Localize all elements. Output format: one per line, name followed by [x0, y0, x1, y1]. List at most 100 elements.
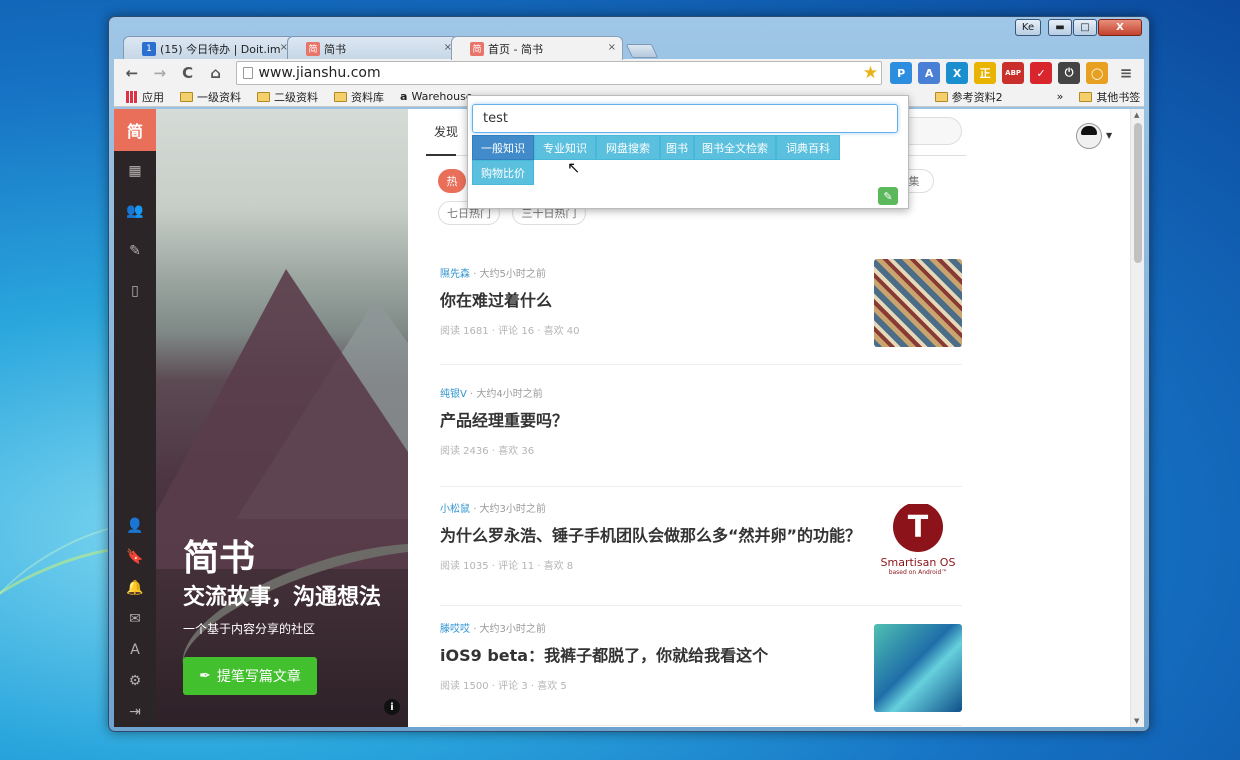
folder-icon: [1079, 91, 1093, 102]
check-extension-icon[interactable]: ✓: [1030, 62, 1053, 84]
thumbnail-subtitle: based on Android™: [888, 569, 948, 576]
article-meta: 滕哎哎 · 大约3小时之前: [440, 620, 546, 635]
sidebar-mail-icon[interactable]: ✉: [114, 603, 156, 634]
chevron-down-icon[interactable]: ▼: [1106, 131, 1112, 140]
translate-icon[interactable]: A: [918, 62, 941, 84]
article-author[interactable]: 纯银V: [440, 389, 467, 400]
profile-badge[interactable]: Ke: [1015, 19, 1041, 36]
category-books[interactable]: 图书: [660, 135, 694, 160]
article-thumbnail[interactable]: T Smartisan OS based on Android™: [874, 504, 962, 592]
avatar[interactable]: [1076, 123, 1102, 149]
sidebar-settings-icon[interactable]: ⚙: [114, 665, 156, 696]
apps-grid-icon: [126, 90, 138, 103]
article-meta: 纯银V · 大约4小时之前: [440, 385, 543, 400]
bookmark-folder[interactable]: 一级资料: [180, 89, 241, 105]
article-meta: 小松鼠 · 大约3小时之前: [440, 500, 546, 515]
hero-title: 简书: [183, 538, 256, 579]
tab-doit[interactable]: 1 (15) 今日待办 | Doit.im ×: [123, 36, 295, 60]
folder-icon: [934, 91, 948, 102]
reload-button[interactable]: C: [176, 62, 200, 84]
jianshu-logo[interactable]: 简: [114, 109, 156, 151]
category-netdisk[interactable]: 网盘搜索: [596, 135, 660, 160]
article-title[interactable]: 你在难过着什么: [440, 287, 552, 311]
sidebar-pencil-icon[interactable]: ✎: [114, 231, 156, 271]
sidebar-logout-icon[interactable]: ⇥: [114, 696, 156, 727]
article-title[interactable]: 为什么罗永浩、锤子手机团队会做那么多“然并卵”的功能？: [440, 522, 861, 546]
sidebar-users-icon[interactable]: 👥: [114, 191, 156, 231]
article-author[interactable]: 滕哎哎: [440, 624, 470, 635]
write-article-button[interactable]: ✒ 提笔写篇文章: [183, 657, 317, 695]
sidebar-bookmark-icon[interactable]: 🔖: [114, 541, 156, 572]
search-extension-icon[interactable]: P: [890, 62, 913, 84]
tab-discover[interactable]: 发现: [434, 123, 458, 140]
article-stats: 阅读 1035 · 评论 11 · 喜欢 8: [440, 561, 574, 572]
scroll-up-icon[interactable]: ▲: [1134, 111, 1139, 119]
minimize-button[interactable]: ▬: [1048, 19, 1072, 36]
amazon-icon: a: [400, 90, 408, 103]
sidebar-font-icon[interactable]: A: [114, 634, 156, 665]
article-meta: 隰先森 · 大约5小时之前: [440, 265, 546, 280]
info-icon[interactable]: i: [384, 699, 400, 715]
home-button[interactable]: ⌂: [204, 62, 228, 84]
sidebar-user-icon[interactable]: 👤: [114, 510, 156, 541]
smartisan-logo-icon: T: [893, 504, 943, 552]
new-tab-button[interactable]: [625, 44, 659, 58]
sidebar-mobile-icon[interactable]: ▯: [114, 271, 156, 311]
menu-icon[interactable]: ≡: [1114, 62, 1138, 84]
bookmark-folder[interactable]: 资料库: [334, 89, 384, 105]
url-text: www.jianshu.com: [258, 65, 381, 81]
close-window-button[interactable]: X: [1098, 19, 1142, 36]
article-title[interactable]: iOS9 beta：我裤子都脱了，你就给我看这个: [440, 642, 768, 666]
category-book-fulltext[interactable]: 图书全文检索: [694, 135, 776, 160]
article-stats: 阅读 1681 · 评论 16 · 喜欢 40: [440, 326, 580, 337]
power-icon[interactable]: ⏻: [1058, 62, 1081, 84]
back-button[interactable]: ←: [120, 62, 144, 84]
article-stats: 阅读 2436 · 喜欢 36: [440, 446, 535, 457]
article-thumbnail[interactable]: [874, 259, 962, 347]
adblock-icon[interactable]: ABP: [1002, 62, 1025, 84]
filter-hot[interactable]: 热: [438, 169, 466, 193]
sidebar-grid-icon[interactable]: ▦: [114, 151, 156, 191]
category-dictionary[interactable]: 词典百科: [776, 135, 840, 160]
category-general[interactable]: 一般知识: [472, 135, 534, 160]
article-title[interactable]: 产品经理重要吗？: [440, 407, 568, 431]
bookmark-label: 一级资料: [197, 90, 241, 104]
extension-icons: P A X 正 ABP ✓ ⏻ ◯: [890, 62, 1109, 84]
mouse-cursor-icon: ↖: [567, 158, 581, 177]
category-shopping[interactable]: 购物比价: [472, 160, 534, 185]
bookmark-apps[interactable]: 应用: [126, 89, 164, 105]
write-article-label: 提笔写篇文章: [216, 669, 301, 685]
address-bar[interactable]: www.jianshu.com ★: [235, 61, 883, 85]
tab-close-icon[interactable]: ×: [608, 42, 616, 53]
site-search-input[interactable]: [900, 117, 962, 145]
tab-jianshu[interactable]: 简 简书 ×: [287, 36, 459, 60]
article-time: · 大约3小时之前: [473, 504, 546, 515]
article-thumbnail[interactable]: [874, 624, 962, 712]
article-author[interactable]: 隰先森: [440, 269, 470, 280]
other-bookmarks[interactable]: 其他书签: [1079, 89, 1140, 105]
x-extension-icon[interactable]: X: [946, 62, 969, 84]
popup-search-input[interactable]: test: [472, 104, 898, 133]
article-time: · 大约5小时之前: [473, 269, 546, 280]
zhi-extension-icon[interactable]: 正: [974, 62, 997, 84]
bookmarks-overflow-button[interactable]: »: [1057, 90, 1064, 103]
wrench-settings-icon[interactable]: ✎: [878, 187, 898, 205]
bookmark-folder[interactable]: 参考资料2: [934, 89, 1003, 105]
article-author[interactable]: 小松鼠: [440, 504, 470, 515]
bookmark-star-icon[interactable]: ★: [863, 63, 878, 83]
bookmark-label: 参考资料2: [951, 90, 1003, 104]
page-scrollbar[interactable]: ▲ ▼: [1130, 109, 1144, 727]
forward-button[interactable]: →: [148, 62, 172, 84]
bookmark-amazon[interactable]: a Warehouse: [400, 90, 473, 103]
article-stats: 阅读 1500 · 评论 3 · 喜欢 5: [440, 681, 567, 692]
sidebar-bell-icon[interactable]: 🔔: [114, 572, 156, 603]
tab-jianshu-home[interactable]: 简 首页 - 简书 ×: [451, 36, 623, 60]
jianshu-favicon-icon: 简: [470, 41, 484, 56]
bookmark-folder[interactable]: 二级资料: [257, 89, 318, 105]
category-professional[interactable]: 专业知识: [534, 135, 596, 160]
scroll-down-icon[interactable]: ▼: [1134, 717, 1139, 725]
maximize-button[interactable]: □: [1073, 19, 1097, 36]
ring-extension-icon[interactable]: ◯: [1086, 62, 1109, 84]
hero-banner: 简书 交流故事，沟通想法 一个基于内容分享的社区 ✒ 提笔写篇文章 i: [156, 109, 408, 727]
scrollbar-thumb[interactable]: [1134, 123, 1142, 263]
